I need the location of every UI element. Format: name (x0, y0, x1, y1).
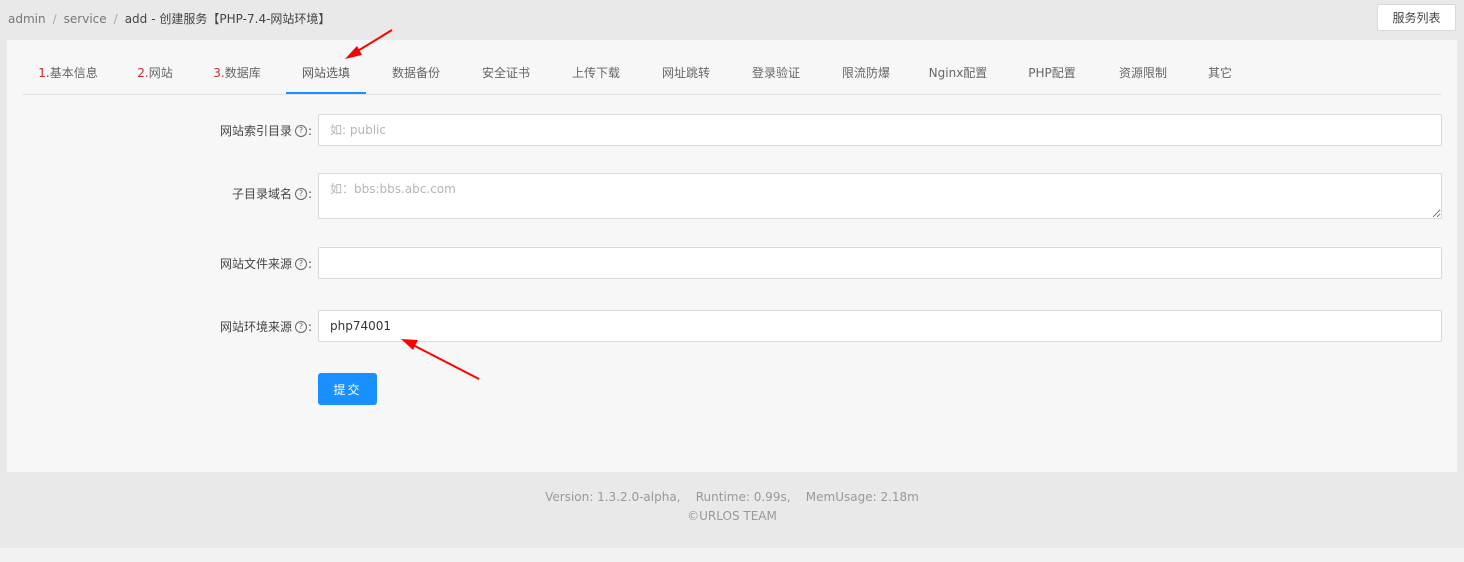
tab-resource-limit[interactable]: 资源限制 (1116, 54, 1170, 93)
tab-label: 上传下载 (571, 66, 620, 80)
help-icon[interactable]: ? (294, 124, 307, 137)
tab-website[interactable]: 2.网站 (137, 54, 173, 93)
env-source-label: 网站环境来源?: (220, 318, 312, 335)
tab-label: 基本信息 (49, 66, 98, 80)
tab-bar: 1.基本信息 2.网站 3.数据库 网站选填 数据备份 安全证书 上传下载 网址… (22, 54, 1442, 95)
tab-number: 1. (38, 66, 50, 80)
breadcrumb: admin / service / add - 创建服务【PHP-7.4-网站环境】 (8, 10, 330, 27)
tab-label: 限流防爆 (841, 66, 890, 80)
index-dir-label: 网站索引目录?: (220, 122, 312, 139)
submit-button[interactable]: 提交 (318, 373, 377, 405)
subdomain-textarea[interactable] (318, 173, 1442, 219)
tab-label: 网址跳转 (661, 66, 710, 80)
tab-nginx-config[interactable]: Nginx配置 (928, 54, 988, 93)
tab-database[interactable]: 3.数据库 (213, 54, 261, 93)
label-colon: : (307, 186, 312, 201)
bottom-strip (0, 548, 1464, 562)
breadcrumb-add: add (124, 12, 148, 26)
help-icon[interactable]: ? (294, 187, 307, 200)
tab-url-redirect[interactable]: 网址跳转 (661, 54, 711, 93)
file-source-select[interactable] (318, 247, 1442, 279)
tab-website-optional[interactable]: 网站选填 (286, 54, 366, 94)
breadcrumb-separator: / (113, 12, 118, 26)
breadcrumb-separator: / (52, 12, 57, 26)
tab-data-backup[interactable]: 数据备份 (391, 54, 441, 93)
tab-label: 数据备份 (391, 66, 440, 80)
tab-label: Nginx配置 (928, 66, 988, 80)
breadcrumb-service[interactable]: service (64, 12, 107, 26)
label-text: 子目录域名 (231, 187, 292, 201)
footer-copyright: ©URLOS TEAM (687, 509, 777, 523)
tab-label: 数据库 (224, 66, 261, 80)
page-title: - 创建服务【PHP-7.4-网站环境】 (151, 12, 331, 26)
help-icon[interactable]: ? (294, 320, 307, 333)
tab-label: 网站选填 (301, 66, 350, 80)
tab-number: 3. (213, 66, 225, 80)
env-source-value: php74001 (330, 319, 392, 333)
tab-rate-limit[interactable]: 限流防爆 (841, 54, 891, 93)
breadcrumb-admin[interactable]: admin (8, 12, 46, 26)
label-text: 网站文件来源 (219, 257, 292, 271)
tab-upload-download[interactable]: 上传下载 (571, 54, 621, 93)
tab-label: 网站 (148, 66, 173, 80)
label-text: 网站环境来源 (219, 320, 292, 334)
help-icon[interactable]: ? (294, 257, 307, 270)
tab-label: 资源限制 (1118, 66, 1167, 80)
env-source-select[interactable]: php74001 (318, 310, 1442, 342)
tab-other[interactable]: 其它 (1206, 54, 1234, 93)
service-list-button[interactable]: 服务列表 (1377, 4, 1456, 31)
tab-label: 其它 (1207, 66, 1232, 80)
label-text: 网站索引目录 (219, 124, 292, 138)
footer: Version: 1.3.2.0-alpha, Runtime: 0.99s, … (0, 488, 1464, 526)
top-bar: admin / service / add - 创建服务【PHP-7.4-网站环境】 服务… (0, 0, 1464, 36)
label-colon: : (307, 256, 312, 271)
tab-number: 2. (137, 66, 149, 80)
subdomain-label: 子目录域名?: (232, 185, 312, 202)
tab-basic-info[interactable]: 1.基本信息 (38, 54, 98, 93)
label-colon: : (307, 123, 312, 138)
index-dir-input[interactable] (318, 114, 1442, 146)
tab-login-auth[interactable]: 登录验证 (751, 54, 801, 93)
label-colon: : (307, 319, 312, 334)
tab-php-config[interactable]: PHP配置 (1025, 54, 1079, 93)
tab-label: 安全证书 (481, 66, 530, 80)
tab-label: PHP配置 (1028, 66, 1076, 80)
file-source-label: 网站文件来源?: (220, 255, 312, 272)
tab-ssl-cert[interactable]: 安全证书 (481, 54, 531, 93)
footer-version: Version: 1.3.2.0-alpha, Runtime: 0.99s, … (545, 490, 919, 504)
tab-label: 登录验证 (751, 66, 800, 80)
main-panel: 1.基本信息 2.网站 3.数据库 网站选填 数据备份 安全证书 上传下载 网址… (7, 40, 1457, 472)
